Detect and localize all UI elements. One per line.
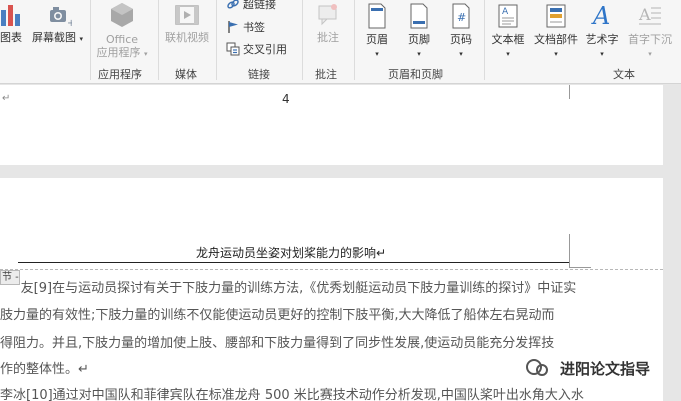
crossref-label: 交叉引用 (243, 43, 287, 56)
wordart-label: 艺术字 ▾ (585, 33, 619, 58)
online-video-label: 联机视频 (165, 31, 209, 44)
crossref-button[interactable]: 交叉引用 (226, 42, 287, 58)
margin-corner-mark (569, 85, 570, 99)
dropdown-arrow-icon: ▾ (417, 50, 421, 58)
textbox-icon: A (498, 4, 518, 28)
office-apps-label-1: Office (105, 33, 139, 46)
wordart-icon: A (591, 2, 610, 30)
chart-button[interactable]: 图表 (0, 2, 26, 44)
body-line-5: 李冰[10]通过对中国队和菲律宾队在标准龙舟 500 米比赛技术动作分析发现,中… (0, 388, 584, 401)
group-label-comments: 批注 (315, 68, 337, 81)
quickparts-icon (546, 4, 566, 28)
dropcap-icon: A (638, 5, 661, 25)
body-line-4: 作的整体性。↵ (0, 362, 89, 377)
dropdown-arrow-icon: ▾ (79, 35, 84, 43)
dropdown-arrow-icon: ▾ (459, 50, 463, 58)
screenshot-icon: + (50, 7, 75, 29)
quickparts-label: 文档部件 ▾ (534, 33, 578, 58)
margin-corner-mark (569, 234, 570, 268)
comment-icon (318, 4, 337, 26)
group-separator (90, 0, 91, 80)
footer-icon (410, 3, 428, 29)
dropdown-arrow-icon: ▾ (143, 50, 148, 58)
svg-text:+: + (67, 18, 72, 28)
hyperlink-button[interactable]: 超链接 (226, 0, 276, 13)
header-boundary-line (0, 269, 663, 270)
header-underline (18, 262, 569, 263)
pagenum-button[interactable]: # 页码 ▾ (444, 2, 478, 61)
screenshot-button[interactable]: + 屏幕截图 ▾ (32, 2, 84, 46)
dropdown-arrow-icon: ▾ (375, 50, 379, 58)
group-label-links: 链接 (248, 68, 270, 81)
group-label-apps: 应用程序 (98, 68, 142, 81)
footer-label: 页脚 ▾ (408, 33, 430, 58)
page-number: 4 (282, 92, 290, 106)
group-label-media: 媒体 (175, 68, 197, 81)
bookmark-button[interactable]: 书签 (226, 20, 265, 36)
office-apps-button[interactable]: Office 应用程序 ▾ (94, 0, 150, 61)
comment-button[interactable]: 批注 (306, 2, 350, 44)
group-separator (216, 0, 217, 80)
group-label-headerfooter: 页眉和页脚 (388, 68, 443, 81)
header-label: 页眉 ▾ (366, 33, 388, 58)
watermark: 进阳论文指导 (520, 351, 650, 385)
office-apps-label-2: 应用程序 ▾ (96, 46, 148, 59)
dropcap-label: 首字下沉 ▾ (628, 33, 672, 58)
pagenum-label: 页码 ▾ (450, 33, 472, 58)
dropdown-arrow-icon: ▾ (554, 50, 558, 58)
group-separator (302, 0, 303, 80)
watermark-logo-icon (520, 351, 554, 385)
crossref-icon (226, 42, 240, 56)
online-video-button[interactable]: 联机视频 (162, 2, 212, 44)
ribbon: 图表 + 屏幕截图 ▾ Office 应用程序 ▾ 应用程序 联机视频 媒体 超… (0, 0, 681, 84)
dropdown-arrow-icon: ▾ (648, 50, 652, 58)
comment-label: 批注 (317, 31, 339, 44)
svg-text:#: # (457, 11, 466, 24)
bookmark-label: 书签 (243, 21, 265, 34)
footer-button[interactable]: 页脚 ▾ (402, 2, 436, 61)
paragraph-mark: ↵ (2, 93, 11, 104)
screenshot-label: 屏幕截图 ▾ (32, 31, 84, 44)
svg-text:A: A (638, 5, 651, 24)
group-separator (354, 0, 355, 80)
dropcap-button[interactable]: A 首字下沉 ▾ (624, 2, 676, 61)
group-separator (158, 0, 159, 80)
textbox-label: 文本框 ▾ (491, 33, 525, 58)
svg-text:A: A (502, 7, 509, 17)
margin-corner-mark (569, 267, 591, 268)
dropdown-arrow-icon: ▾ (506, 50, 510, 58)
body-line-1: 友[9]在与运动员探讨有关于下肢力量的训练方法,《优秀划艇运动员下肢力量训练的探… (0, 281, 577, 296)
hyperlink-icon (227, 0, 239, 9)
hyperlink-label: 超链接 (243, 0, 276, 11)
watermark-text: 进阳论文指导 (560, 359, 651, 378)
header-button[interactable]: 页眉 ▾ (360, 2, 394, 61)
body-line-2: 肢力量的有效性;下肢力量的训练不仅能使运动员更好的控制下肢平衡,大大降低了船体左… (0, 308, 555, 323)
textbox-button[interactable]: A 文本框 ▾ (488, 2, 528, 61)
header-text: 龙舟运动员坐姿对划桨能力的影响↵ (196, 246, 387, 260)
dropdown-arrow-icon: ▾ (600, 50, 604, 58)
office-apps-icon (111, 3, 133, 27)
document-page-1[interactable]: ↵ 4 (0, 85, 663, 165)
online-video-icon (175, 5, 199, 25)
chart-label: 图表 (0, 31, 22, 44)
pagenum-icon: # (452, 3, 470, 29)
group-label-text: 文本 (613, 68, 635, 81)
bookmark-icon (228, 21, 238, 33)
header-icon (368, 3, 386, 29)
svg-text:A: A (591, 2, 610, 30)
chart-icon (1, 5, 20, 26)
group-separator (484, 0, 485, 80)
wordart-button[interactable]: A 艺术字 ▾ (582, 2, 622, 61)
quickparts-button[interactable]: 文档部件 ▾ (530, 2, 582, 61)
body-line-3: 得阻力。并且,下肢力量的增加使上肢、腰部和下肢力量得到了同步性发展,使运动员能充… (0, 336, 555, 351)
